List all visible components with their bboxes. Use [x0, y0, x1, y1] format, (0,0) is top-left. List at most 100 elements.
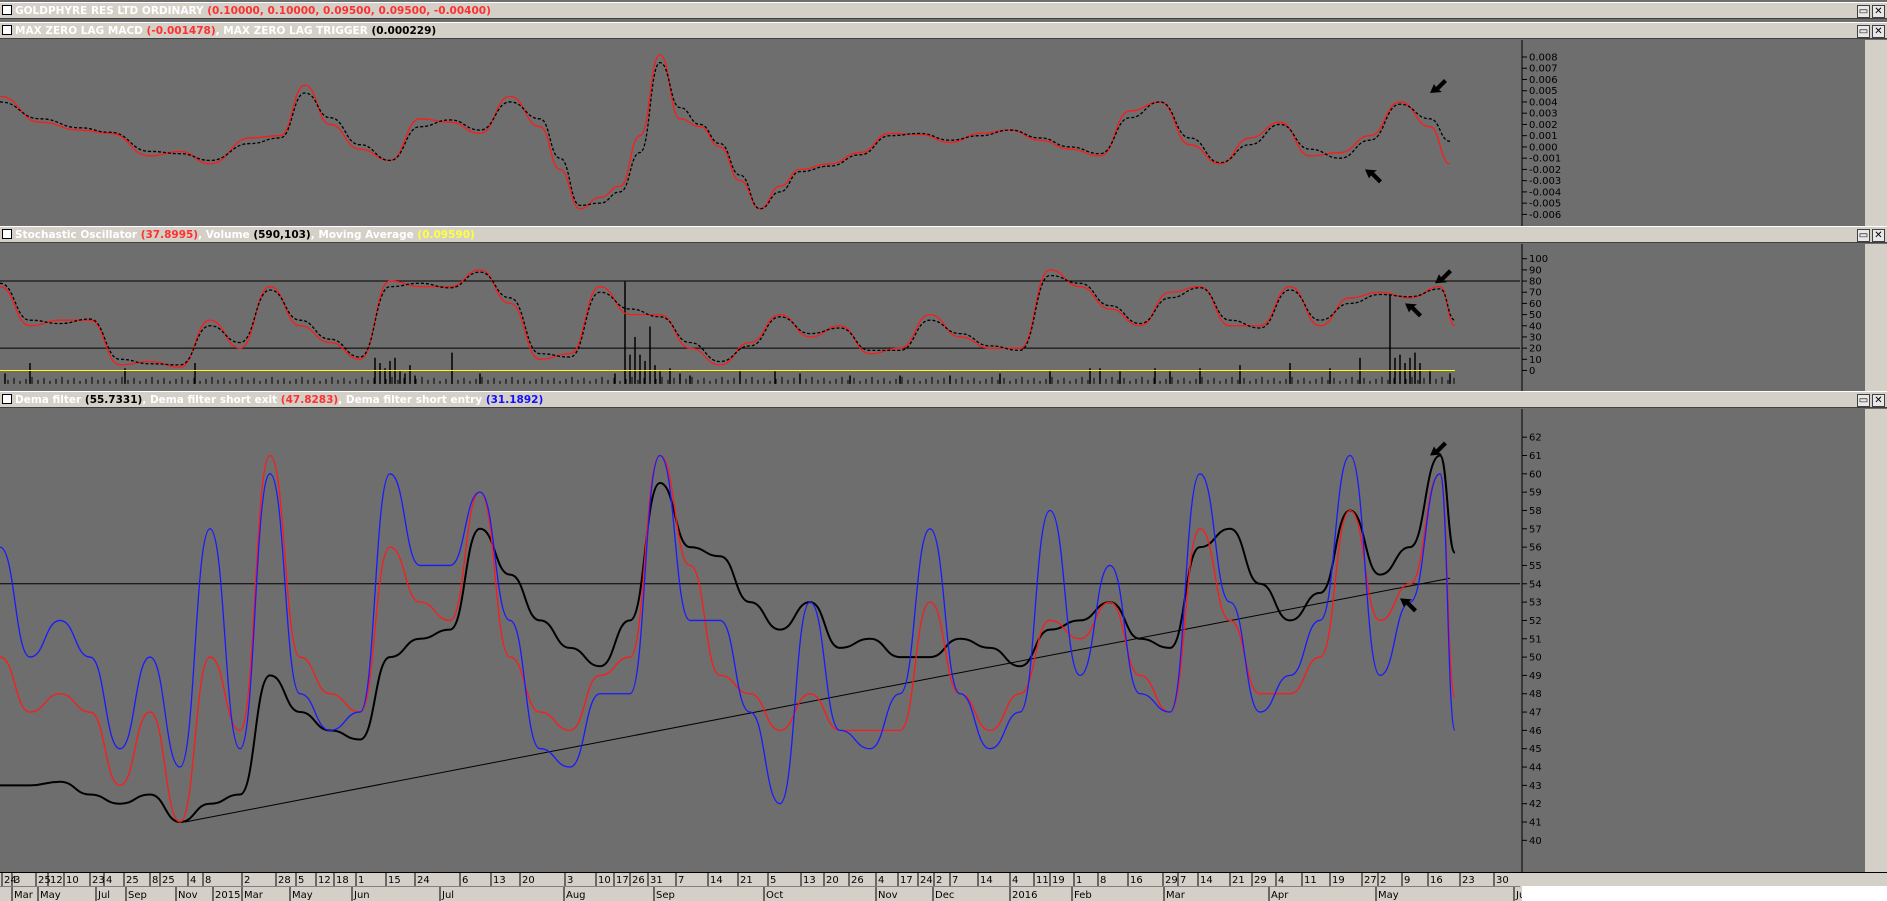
scroll-strip[interactable] — [1865, 40, 1887, 226]
dema-exit-label: , Dema filter short exit — [142, 394, 281, 406]
macd-label: MAX ZERO LAG MACD — [15, 25, 147, 37]
price-title: GOLDPHYRE RES LTD ORDINARY (0.10000, 0.1… — [2, 4, 491, 19]
day-label: 14 — [980, 875, 993, 886]
day-label: 17 — [900, 875, 913, 886]
month-label: Jul — [441, 890, 454, 901]
day-label: 28 — [278, 875, 291, 886]
dema-entry-label: , Dema filter short entry — [338, 394, 486, 406]
day-label: 24 — [417, 875, 430, 886]
restore-icon[interactable]: ▭ — [1857, 25, 1870, 38]
day-label: 7 — [1180, 875, 1186, 886]
month-label: Mar — [244, 890, 264, 901]
y-tick-label: 43 — [1529, 781, 1542, 792]
y-tick-label: 52 — [1529, 616, 1542, 627]
day-label: 4 — [190, 875, 196, 886]
macd-chart[interactable]: 0.0080.0070.0060.0050.0040.0030.0020.001… — [0, 40, 1887, 226]
y-tick-label: -0.006 — [1529, 210, 1561, 221]
close-icon[interactable]: ✕ — [1872, 229, 1885, 242]
y-tick-label: 90 — [1529, 265, 1542, 276]
scroll-strip[interactable] — [1865, 244, 1887, 391]
y-tick-label: 0.003 — [1529, 109, 1558, 120]
restore-icon[interactable]: ▭ — [1857, 394, 1870, 407]
y-tick-label: 50 — [1529, 653, 1542, 664]
month-label: 2015 — [215, 890, 240, 901]
day-label: 11 — [1304, 875, 1317, 886]
y-tick-label: 47 — [1529, 708, 1542, 719]
day-label: 2 — [936, 875, 942, 886]
macd-value: (-0.001478) — [146, 25, 216, 37]
day-label: 10 — [66, 875, 79, 886]
day-label: 1 — [1076, 875, 1082, 886]
day-label: 19 — [1332, 875, 1345, 886]
dema-title: Dema filter (55.7331), Dema filter short… — [2, 393, 543, 408]
y-tick-label: 60 — [1529, 469, 1542, 480]
day-label: 26 — [632, 875, 645, 886]
close-icon[interactable]: ✕ — [1872, 5, 1885, 18]
day-label: 3 — [567, 875, 573, 886]
dema-entry-value: (31.1892) — [485, 394, 544, 406]
panel-toggle-icon[interactable] — [2, 25, 12, 35]
month-label: Jun — [353, 890, 370, 901]
close-icon[interactable]: ✕ — [1872, 25, 1885, 38]
day-label: 4 — [878, 875, 884, 886]
day-label: 11 — [1036, 875, 1049, 886]
restore-icon[interactable]: ▭ — [1857, 5, 1870, 18]
y-tick-label: -0.004 — [1529, 187, 1561, 198]
month-label: Apr — [1271, 890, 1289, 901]
y-axis-area — [1520, 409, 1887, 872]
y-tick-label: 62 — [1529, 433, 1542, 444]
day-label: 12 — [50, 875, 63, 886]
y-tick-label: 10 — [1529, 355, 1542, 366]
month-label: 2016 — [1012, 890, 1037, 901]
stochastic-chart[interactable]: 1009080706050403020100 — [0, 244, 1887, 391]
y-tick-label: 54 — [1529, 579, 1542, 590]
y-tick-label: -0.002 — [1529, 165, 1561, 176]
month-label: Nov — [878, 890, 898, 901]
chart-title-bar-price: GOLDPHYRE RES LTD ORDINARY (0.10000, 0.1… — [0, 2, 1887, 19]
day-label: 19 — [1052, 875, 1065, 886]
day-label: 23 — [92, 875, 105, 886]
panel-toggle-icon[interactable] — [2, 5, 12, 15]
day-label: 12 — [318, 875, 331, 886]
restore-icon[interactable]: ▭ — [1857, 229, 1870, 242]
y-tick-label: 80 — [1529, 277, 1542, 288]
month-label: Jul — [97, 890, 110, 901]
chart-title-bar-stochastic: Stochastic Oscillator (37.8995), Volume … — [0, 226, 1887, 243]
month-label: May — [292, 890, 313, 901]
y-tick-label: 0 — [1529, 366, 1535, 377]
day-label: 16 — [1430, 875, 1443, 886]
day-label: 21 — [740, 875, 753, 886]
time-axis: 243 25 12 10 23 4 25 8 25 4 8 2 28 5 12 18 1 15 24 6 13 20 3 10… — [0, 872, 1887, 901]
day-label: 4 — [1012, 875, 1018, 886]
day-label: 8 — [152, 875, 158, 886]
y-tick-label: 56 — [1529, 543, 1542, 554]
y-tick-label: 0.004 — [1529, 97, 1558, 108]
month-label: May — [1378, 890, 1399, 901]
day-label: 10 — [598, 875, 611, 886]
panel-toggle-icon[interactable] — [2, 229, 12, 239]
day-label: 26 — [851, 875, 864, 886]
y-tick-label: 40 — [1529, 836, 1542, 847]
dema-chart[interactable]: 62 61 60 59 58 57 56 55 54 53 52 51 50 49 48 47 46 45 44 43… — [0, 409, 1887, 872]
y-tick-label: 59 — [1529, 488, 1542, 499]
chart-title-bar-macd: MAX ZERO LAG MACD (-0.001478), MAX ZERO … — [0, 22, 1887, 39]
y-tick-label: 70 — [1529, 288, 1542, 299]
y-tick-label: -0.001 — [1529, 154, 1561, 165]
y-tick-label: 50 — [1529, 310, 1542, 321]
day-label: 13 — [493, 875, 506, 886]
close-icon[interactable]: ✕ — [1872, 394, 1885, 407]
y-tick-label: 58 — [1529, 506, 1542, 517]
month-label: Sep — [128, 890, 147, 901]
y-tick-label: 44 — [1529, 763, 1542, 774]
day-label: 9 — [1404, 875, 1410, 886]
panel-toggle-icon[interactable] — [2, 394, 12, 404]
y-axis-area — [1520, 40, 1887, 226]
month-label: May — [40, 890, 61, 901]
day-label: 18 — [336, 875, 349, 886]
time-axis-corner — [1522, 886, 1887, 901]
y-tick-label: 48 — [1529, 689, 1542, 700]
day-label: 25 — [126, 875, 139, 886]
volume-value: (590,103) — [253, 229, 311, 241]
y-axis-area — [1520, 244, 1887, 391]
scroll-strip[interactable] — [1865, 409, 1887, 872]
